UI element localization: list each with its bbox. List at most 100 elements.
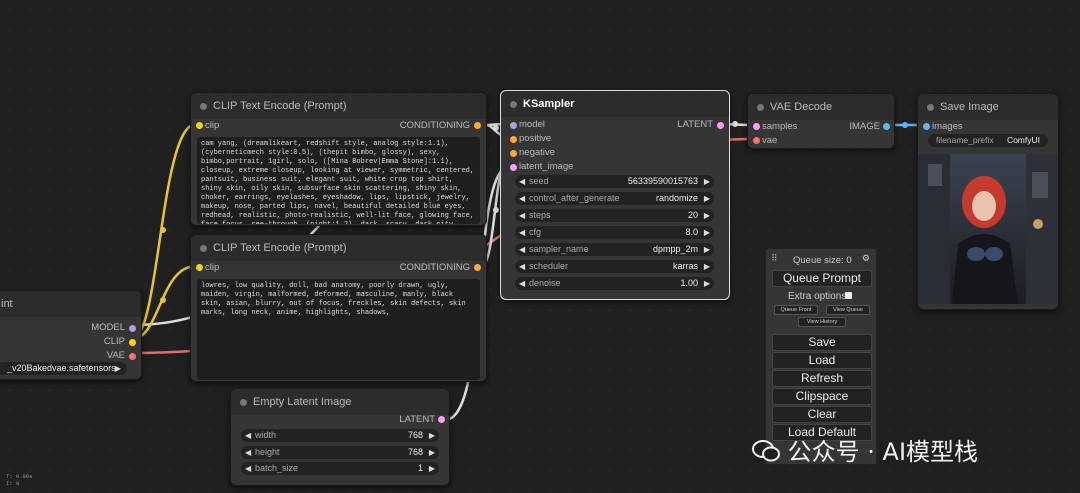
node-title: Empty Latent Image — [231, 389, 449, 415]
vae-output-dot[interactable] — [129, 353, 136, 360]
input-negative[interactable]: negative — [519, 146, 555, 160]
arrow-left-icon[interactable]: ◀ — [245, 462, 251, 475]
arrow-right-icon[interactable]: ▶ — [429, 462, 435, 475]
view-queue-button[interactable]: View Queue — [826, 305, 870, 315]
cfg-widget[interactable]: ◀ cfg 8.0 ▶ — [515, 226, 714, 239]
arrow-right-icon[interactable]: ▶ — [704, 226, 710, 239]
negative-prompt-textarea[interactable]: lowres, low quality, doll, bad anatomy, … — [197, 279, 480, 380]
refresh-button[interactable]: Refresh — [772, 370, 872, 387]
seed-widget[interactable]: ◀ seed 563395900157​63 ▶ — [515, 175, 714, 188]
clear-button[interactable]: Clear — [772, 406, 872, 423]
output-model[interactable]: MODEL — [91, 321, 125, 335]
conditioning-output-dot[interactable] — [474, 122, 481, 129]
clip-output-dot[interactable] — [129, 339, 136, 346]
arrow-right-icon[interactable]: ▶ — [704, 243, 710, 256]
arrow-right-icon[interactable]: ▶ — [429, 446, 435, 459]
empty-latent-image-node[interactable]: Empty Latent Image LATENT ◀ width 768 ▶ … — [230, 388, 450, 486]
output-latent[interactable]: LATENT — [399, 413, 435, 427]
control-after-generate-widget[interactable]: ◀ control_after_generate randomize ▶ — [515, 192, 714, 205]
sampler-name-widget[interactable]: ◀ sampler_name dpmpp_2m ▶ — [515, 243, 714, 256]
clip-text-encode-negative-node[interactable]: CLIP Text Encode (Prompt) clip CONDITION… — [190, 234, 487, 382]
node-title: KSampler — [501, 91, 729, 117]
filename-prefix-widget[interactable]: filename_prefix ComfyUI — [928, 134, 1048, 147]
node-title: CLIP Text Encode (Prompt) — [191, 93, 486, 119]
arrow-left-icon[interactable]: ◀ — [519, 192, 525, 205]
clip-text-encode-positive-node[interactable]: CLIP Text Encode (Prompt) clip CONDITION… — [190, 92, 487, 226]
arrow-left-icon[interactable]: ◀ — [519, 243, 525, 256]
render-stats: T: 0.00s I: 0 — [6, 473, 33, 487]
model-input-dot[interactable] — [510, 122, 517, 129]
save-image-node[interactable]: Save Image images filename_prefix ComfyU… — [917, 93, 1059, 310]
extra-options-label: Extra options — [788, 291, 847, 302]
clip-input-dot[interactable] — [196, 264, 203, 271]
node-title: int — [0, 291, 141, 317]
width-widget[interactable]: ◀ width 768 ▶ — [241, 429, 439, 442]
latent-input-dot[interactable] — [510, 164, 517, 171]
input-vae[interactable]: vae — [762, 134, 777, 148]
output-latent[interactable]: LATENT — [677, 118, 713, 132]
arrow-right-icon[interactable]: ▶ — [704, 277, 710, 290]
images-input-dot[interactable] — [923, 123, 930, 130]
input-images[interactable]: images — [932, 120, 963, 134]
image-output-dot[interactable] — [883, 123, 890, 130]
output-image[interactable]: IMAGE — [849, 120, 880, 134]
watermark: 公众号 · AI模型栈 — [752, 432, 978, 467]
steps-widget[interactable]: ◀ steps 20 ▶ — [515, 209, 714, 222]
queue-prompt-button[interactable]: Queue Prompt — [772, 270, 872, 287]
arrow-right-icon[interactable]: ▶ — [704, 192, 710, 205]
arrow-left-icon[interactable]: ◀ — [245, 446, 251, 459]
model-output-dot[interactable] — [129, 325, 136, 332]
latent-output-dot[interactable] — [438, 416, 445, 423]
arrow-left-icon[interactable]: ◀ — [245, 429, 251, 442]
wechat-icon — [752, 439, 780, 463]
extra-options-checkbox[interactable] — [845, 292, 852, 299]
drag-handle-icon[interactable]: ⠿ — [771, 253, 778, 264]
gear-icon[interactable]: ⚙ — [862, 253, 870, 264]
arrow-right-icon[interactable]: ▶ — [429, 429, 435, 442]
arrow-left-icon[interactable]: ◀ — [519, 277, 525, 290]
input-clip[interactable]: clip — [205, 261, 219, 275]
arrow-left-icon[interactable]: ◀ — [519, 226, 525, 239]
load-button[interactable]: Load — [772, 352, 872, 369]
output-clip[interactable]: CLIP — [104, 335, 125, 349]
vae-input-dot[interactable] — [753, 137, 760, 144]
queue-front-button[interactable]: Queue Front — [774, 305, 818, 315]
generated-image-preview[interactable] — [918, 154, 1058, 304]
view-history-button[interactable]: View History — [798, 317, 846, 327]
vae-decode-node[interactable]: VAE Decode samples vae IMAGE — [747, 93, 895, 149]
save-button[interactable]: Save — [772, 334, 872, 351]
negative-input-dot[interactable] — [510, 150, 517, 157]
arrow-left-icon[interactable]: ◀ — [519, 260, 525, 273]
input-model[interactable]: model — [519, 118, 545, 132]
arrow-right-icon[interactable]: ▶ — [704, 175, 710, 188]
ckpt-name-widget[interactable]: _v20Bakedvae.safetensors ▶ — [0, 362, 127, 375]
clip-input-dot[interactable] — [196, 122, 203, 129]
denoise-widget[interactable]: ◀ denoise 1.00 ▶ — [515, 277, 714, 290]
ksampler-node[interactable]: KSampler model positive negative latent_… — [500, 90, 730, 300]
arrow-right-icon[interactable]: ▶ — [704, 209, 710, 222]
queue-size-label: Queue size: 0 — [793, 255, 852, 266]
input-latent-image[interactable]: latent_image — [519, 160, 573, 174]
arrow-left-icon[interactable]: ◀ — [519, 209, 525, 222]
clipspace-button[interactable]: Clipspace — [772, 388, 872, 405]
batch-size-widget[interactable]: ◀ batch_size 1 ▶ — [241, 462, 439, 475]
scheduler-widget[interactable]: ◀ scheduler karras ▶ — [515, 260, 714, 273]
conditioning-output-dot[interactable] — [474, 264, 481, 271]
output-conditioning[interactable]: CONDITIONING — [400, 119, 470, 133]
input-clip[interactable]: clip — [205, 119, 219, 133]
arrow-right-icon[interactable]: ▶ — [704, 260, 710, 273]
node-title: CLIP Text Encode (Prompt) — [191, 235, 486, 261]
samples-input-dot[interactable] — [753, 123, 760, 130]
node-title: Save Image — [918, 94, 1058, 120]
output-conditioning[interactable]: CONDITIONING — [400, 261, 470, 275]
load-checkpoint-node[interactable]: int MODEL CLIP VAE _v20Bakedvae.safetens… — [0, 290, 142, 380]
arrow-right-icon[interactable]: ▶ — [115, 362, 121, 375]
height-widget[interactable]: ◀ height 768 ▶ — [241, 446, 439, 459]
input-samples[interactable]: samples — [762, 120, 797, 134]
arrow-left-icon[interactable]: ◀ — [519, 175, 525, 188]
positive-input-dot[interactable] — [510, 136, 517, 143]
latent-output-dot[interactable] — [717, 122, 724, 129]
positive-prompt-textarea[interactable]: cam yang, (dreamlikeart, redshift style,… — [197, 137, 480, 224]
input-positive[interactable]: positive — [519, 132, 551, 146]
output-vae[interactable]: VAE — [107, 349, 125, 363]
